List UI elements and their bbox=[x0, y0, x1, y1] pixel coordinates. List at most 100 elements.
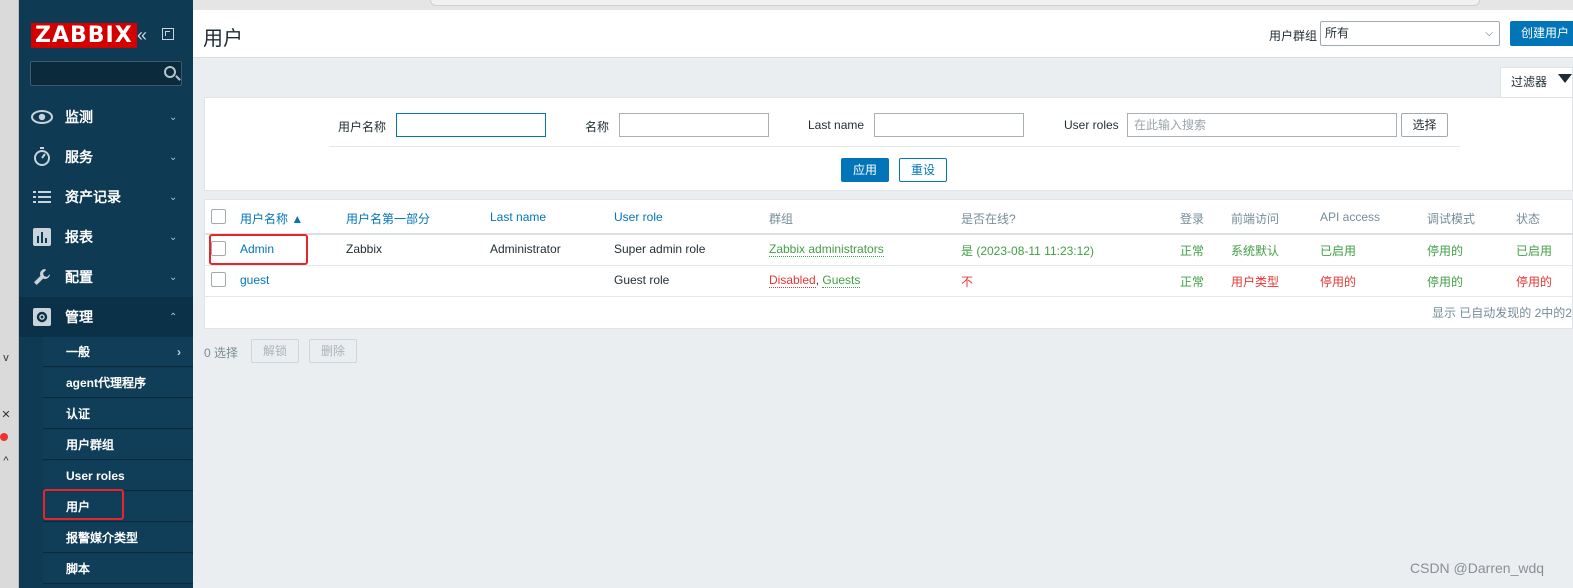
watermark: CSDN @Darren_wdq bbox=[1410, 560, 1545, 576]
chevron-down-icon[interactable]: v bbox=[0, 352, 12, 364]
browser-left-strip: v ✕ ^ bbox=[0, 0, 19, 588]
selected-count: 0 选择 bbox=[204, 346, 239, 360]
user-group-label: 用户群组 bbox=[1269, 29, 1318, 43]
column-status: 状态 bbox=[1516, 212, 1541, 226]
username-link[interactable]: guest bbox=[240, 273, 269, 287]
reset-button[interactable]: 重设 bbox=[899, 158, 947, 182]
submenu-authentication[interactable]: 认证 bbox=[43, 399, 193, 429]
menu-services[interactable]: 服务 ⌄ bbox=[19, 137, 193, 177]
page-title: 用户 bbox=[203, 28, 243, 50]
chevron-down-icon: ⌄ bbox=[169, 231, 178, 243]
gear-icon bbox=[19, 308, 65, 326]
group-link[interactable]: Zabbix administrators bbox=[769, 242, 884, 257]
menu-administration[interactable]: 管理 ⌃ bbox=[19, 297, 193, 337]
chevron-down-icon: ⌄ bbox=[169, 151, 178, 163]
close-icon[interactable]: ✕ bbox=[0, 408, 12, 421]
column-api-access: API access bbox=[1320, 210, 1381, 224]
chevron-down-icon: ⌄ bbox=[169, 111, 178, 123]
login-status: 正常 bbox=[1180, 244, 1205, 258]
column-online: 是否在线? bbox=[961, 212, 1016, 226]
menu-monitoring[interactable]: 监测 ⌄ bbox=[19, 97, 193, 137]
menu-reports[interactable]: 报表 ⌄ bbox=[19, 217, 193, 257]
kiosk-mode-icon[interactable] bbox=[162, 28, 174, 40]
submenu-general[interactable]: 一般 › bbox=[43, 337, 193, 367]
username-label: 用户名称 bbox=[338, 120, 387, 134]
chevron-down-icon: ⌄ bbox=[169, 191, 178, 203]
debug-mode[interactable]: 停用的 bbox=[1427, 242, 1463, 259]
column-debug-mode: 调试模式 bbox=[1427, 212, 1476, 226]
address-bar[interactable] bbox=[430, 0, 1480, 6]
menu-configuration[interactable]: 配置 ⌄ bbox=[19, 257, 193, 297]
last-name-field[interactable] bbox=[874, 113, 1024, 137]
filter-icon bbox=[1558, 74, 1572, 83]
apply-button[interactable]: 应用 bbox=[841, 158, 889, 182]
online-status: 不 bbox=[961, 275, 974, 289]
chevron-up-icon: ⌃ bbox=[169, 311, 178, 323]
list-icon bbox=[19, 190, 65, 204]
divider bbox=[329, 146, 1460, 147]
submenu-user-groups[interactable]: 用户群组 bbox=[43, 430, 193, 460]
collapse-sidebar-icon[interactable]: « bbox=[137, 25, 147, 46]
group-link[interactable]: Disabled bbox=[769, 273, 816, 288]
user-roles-label: User roles bbox=[1064, 118, 1119, 132]
search-icon[interactable] bbox=[164, 66, 176, 78]
filter-panel: 用户名称 名称 Last name User roles 在此输入搜索 选择 应… bbox=[204, 97, 1573, 191]
column-login: 登录 bbox=[1180, 212, 1205, 226]
group-link[interactable]: Guests bbox=[822, 273, 861, 288]
frontend-access: 系统默认 bbox=[1231, 244, 1280, 258]
column-frontend-access: 前端访问 bbox=[1231, 212, 1280, 226]
select-all-checkbox[interactable] bbox=[211, 209, 226, 224]
record-dot-icon bbox=[0, 433, 8, 441]
frontend-access: 用户类型 bbox=[1231, 275, 1280, 289]
zabbix-logo[interactable]: ZABBIX bbox=[31, 23, 137, 48]
api-access[interactable]: 停用的 bbox=[1320, 273, 1356, 290]
status[interactable]: 已启用 bbox=[1516, 242, 1552, 259]
column-user-role[interactable]: User role bbox=[614, 210, 663, 224]
stopwatch-icon bbox=[19, 147, 65, 167]
table-cell: Super admin role bbox=[614, 242, 706, 256]
table-footer-count: 显示 已自动发现的 2中的2 bbox=[1431, 306, 1572, 320]
submenu-scripts[interactable]: 脚本 bbox=[43, 554, 193, 584]
column-groups: 群组 bbox=[769, 212, 794, 226]
table-cell: Guest role bbox=[614, 273, 670, 287]
name-label: 名称 bbox=[585, 120, 610, 134]
submenu-media-types[interactable]: 报警媒介类型 bbox=[43, 523, 193, 553]
sidebar-search-input[interactable] bbox=[30, 61, 182, 86]
last-name-label: Last name bbox=[808, 118, 865, 132]
column-last-name[interactable]: Last name bbox=[490, 210, 546, 224]
bar-chart-icon bbox=[19, 228, 65, 246]
row-divider bbox=[205, 296, 1573, 297]
sidebar: ZABBIX « 监测 ⌄ 服务 ⌄ 资产记录 ⌄ 报表 ⌄ 配置 ⌄ 管理 ⌃… bbox=[19, 0, 193, 588]
select-roles-button[interactable]: 选择 bbox=[1401, 113, 1448, 137]
groups-cell: Disabled, Guests bbox=[769, 273, 861, 288]
users-table: 用户名称 ▲ 用户名第一部分 Last name User role 群组 是否… bbox=[204, 199, 1573, 329]
wrench-icon bbox=[19, 268, 65, 286]
debug-mode[interactable]: 停用的 bbox=[1427, 273, 1463, 290]
login-status: 正常 bbox=[1180, 275, 1205, 289]
api-access[interactable]: 已启用 bbox=[1320, 242, 1356, 259]
user-group-select[interactable]: 所有 ⌵ bbox=[1320, 21, 1500, 46]
chevron-down-icon: ⌄ bbox=[169, 271, 178, 283]
username-field[interactable] bbox=[396, 113, 546, 137]
submenu-proxies[interactable]: agent代理程序 bbox=[43, 368, 193, 398]
chevron-down-icon: ⌵ bbox=[1485, 28, 1493, 39]
highlight-box bbox=[209, 234, 308, 265]
status[interactable]: 停用的 bbox=[1516, 273, 1552, 290]
filter-tab[interactable]: 过滤器 bbox=[1500, 67, 1573, 98]
header-divider bbox=[205, 233, 1573, 235]
online-status: 是 (2023-08-11 11:23:12) bbox=[961, 244, 1094, 258]
name-field[interactable] bbox=[619, 113, 769, 137]
submenu-user-roles[interactable]: User roles bbox=[43, 461, 193, 491]
delete-button[interactable]: 删除 bbox=[309, 339, 357, 363]
column-name[interactable]: 用户名第一部分 bbox=[346, 210, 430, 227]
row-checkbox[interactable] bbox=[211, 272, 226, 287]
user-roles-search-input[interactable]: 在此输入搜索 bbox=[1127, 113, 1397, 137]
eye-icon bbox=[19, 110, 65, 124]
menu-inventory[interactable]: 资产记录 ⌄ bbox=[19, 177, 193, 217]
column-username[interactable]: 用户名称 ▲ bbox=[240, 210, 303, 227]
page-header: 用户 用户群组 所有 ⌵ 创建用户 bbox=[193, 10, 1573, 58]
create-user-button[interactable]: 创建用户 bbox=[1510, 21, 1573, 46]
chevron-up-icon[interactable]: ^ bbox=[0, 455, 12, 467]
row-divider bbox=[205, 265, 1573, 266]
unblock-button[interactable]: 解锁 bbox=[251, 339, 299, 363]
